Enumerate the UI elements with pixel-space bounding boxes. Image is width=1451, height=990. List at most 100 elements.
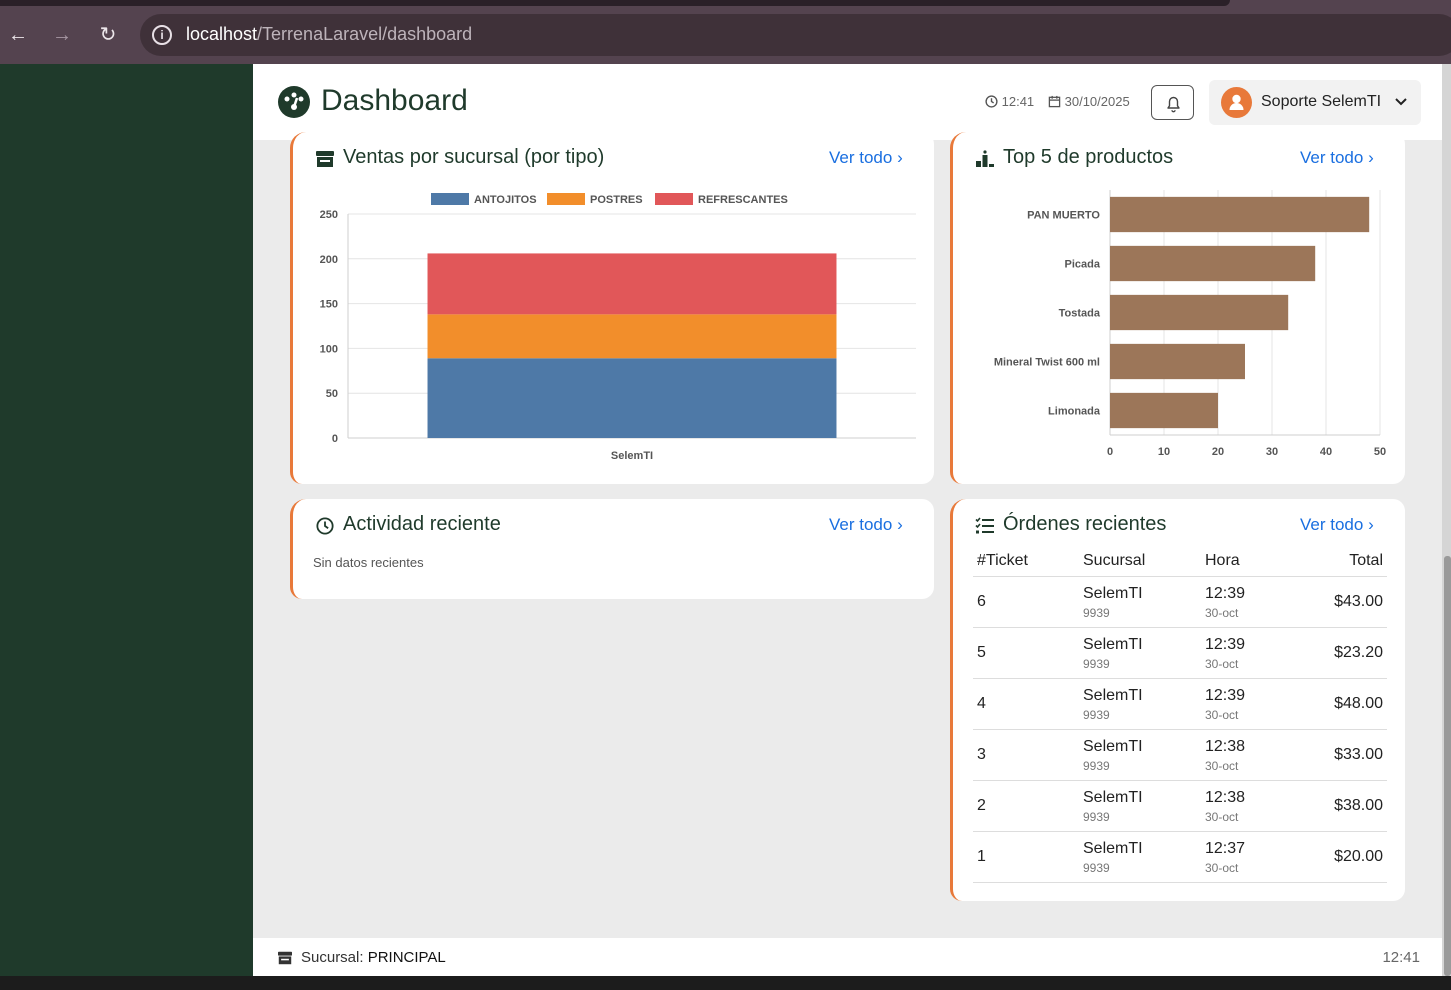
x-tick-label: 40 <box>1320 446 1332 458</box>
total-cell: $38.00 <box>1301 780 1387 832</box>
legend-label: REFRESCANTES <box>698 194 788 206</box>
y-tick-label: 100 <box>320 343 338 355</box>
y-tick-label: Tostada <box>1059 308 1101 320</box>
legend-swatch <box>431 193 469 205</box>
y-tick-label: 250 <box>320 209 338 221</box>
url-text[interactable]: localhost/TerrenaLaravel/dashboard <box>186 24 472 45</box>
ventas-card: Ventas por sucursal (por tipo) Ver todo … <box>290 132 934 484</box>
table-row[interactable]: 2 SelemTI 9939 12:38 30-oct $38.00 <box>973 780 1387 832</box>
ticket-cell: 4 <box>973 678 1079 730</box>
table-row[interactable]: 3 SelemTI 9939 12:38 30-oct $33.00 <box>973 729 1387 781</box>
hora-date: 30-oct <box>1205 707 1239 722</box>
hora-time: 12:39 <box>1205 584 1246 602</box>
ordenes-ver-todo-link[interactable]: Ver todo › <box>1300 515 1374 535</box>
sucursal-cell: SelemTI 9939 <box>1079 831 1201 883</box>
sidebar <box>0 64 253 976</box>
list-check-icon <box>975 517 994 534</box>
orders-header-row: #Ticket Sucursal Hora Total <box>973 549 1387 577</box>
user-menu-button[interactable]: Soporte SelemTI <box>1209 80 1421 125</box>
scrollbar-thumb[interactable] <box>1444 556 1451 976</box>
address-bar[interactable]: i localhost/TerrenaLaravel/dashboard <box>140 14 1451 56</box>
x-tick-label: 10 <box>1158 446 1170 458</box>
product-bar <box>1110 392 1218 429</box>
header-date-wrap: 30/10/2025 <box>1048 94 1130 109</box>
hora-time: 12:39 <box>1205 635 1246 653</box>
x-tick-label: 30 <box>1266 446 1278 458</box>
chevron-down-icon <box>1394 91 1408 116</box>
header-time: 12:41 <box>1001 94 1035 109</box>
url-host: localhost <box>186 24 258 44</box>
table-row[interactable]: 1 SelemTI 9939 12:37 30-oct $20.00 <box>973 831 1387 883</box>
table-row[interactable]: 4 SelemTI 9939 12:39 30-oct $48.00 <box>973 678 1387 730</box>
browser-tab-strip <box>0 0 1230 6</box>
hora-date: 30-oct <box>1205 860 1239 875</box>
sucursal-name: SelemTI <box>1083 584 1143 602</box>
main-content: Dashboard 12:41 30/10/2025 Soporte Selem… <box>253 64 1442 976</box>
x-tick-label: 50 <box>1374 446 1386 458</box>
total-cell: $20.00 <box>1301 831 1387 883</box>
actividad-card: Actividad reciente Ver todo › Sin datos … <box>290 499 934 599</box>
legend-label: ANTOJITOS <box>474 194 537 206</box>
ticket-cell: 6 <box>973 576 1079 628</box>
total-cell: $23.20 <box>1301 627 1387 679</box>
legend-swatch <box>547 193 585 205</box>
orders-table: #Ticket Sucursal Hora Total 6 SelemTI 993… <box>973 549 1387 883</box>
forward-icon[interactable]: → <box>49 22 75 48</box>
ticket-cell: 3 <box>973 729 1079 781</box>
col-hora: Hora <box>1201 549 1301 577</box>
status-footer: Sucursal: PRINCIPAL 12:41 <box>253 938 1442 976</box>
actividad-ver-todo-link[interactable]: Ver todo › <box>829 515 903 535</box>
bar-segment-refrescantes <box>427 253 837 315</box>
sucursal-cell: SelemTI 9939 <box>1079 627 1201 679</box>
hora-time: 12:38 <box>1205 788 1246 806</box>
y-tick-label: PAN MUERTO <box>1027 210 1100 222</box>
y-tick-label: 150 <box>320 299 338 311</box>
hora-date: 30-oct <box>1205 758 1239 773</box>
calendar-icon <box>1048 95 1061 108</box>
product-bar <box>1110 294 1289 331</box>
hora-time: 12:37 <box>1205 839 1246 857</box>
ventas-stacked-bar-chart: ANTOJITOS POSTRES REFRESCANTES 0 50 100 150 200… <box>320 193 916 462</box>
sucursal-cell: SelemTI 9939 <box>1079 729 1201 781</box>
sucursal-code: 9939 <box>1083 707 1110 722</box>
ticket-cell: 5 <box>973 627 1079 679</box>
table-row[interactable]: 5 SelemTI 9939 12:39 30-oct $23.20 <box>973 627 1387 679</box>
sucursal-code: 9939 <box>1083 758 1110 773</box>
x-tick-label: 20 <box>1212 446 1224 458</box>
hora-cell: 12:39 30-oct <box>1201 678 1301 730</box>
back-icon[interactable]: ← <box>5 22 31 48</box>
hora-cell: 12:39 30-oct <box>1201 576 1301 628</box>
sucursal-name: SelemTI <box>1083 737 1143 755</box>
sucursal-code: 9939 <box>1083 809 1110 824</box>
hora-time: 12:38 <box>1205 737 1246 755</box>
y-tick-label: Limonada <box>1048 406 1101 418</box>
bar-segment-antojitos <box>427 358 837 438</box>
reload-icon[interactable]: ↻ <box>95 22 121 48</box>
total-cell: $43.00 <box>1301 576 1387 628</box>
user-name: Soporte SelemTI <box>1261 93 1382 110</box>
top-header: Dashboard 12:41 30/10/2025 Soporte Selem… <box>253 64 1442 140</box>
header-date: 30/10/2025 <box>1064 94 1130 109</box>
col-sucursal: Sucursal <box>1079 549 1201 577</box>
actividad-ver-todo-label: Ver todo <box>829 515 893 534</box>
notifications-button[interactable] <box>1151 85 1194 120</box>
chevron-right-icon: › <box>1368 515 1374 534</box>
product-bar <box>1110 343 1245 380</box>
avatar <box>1221 87 1252 118</box>
ordenes-card-title: Órdenes recientes <box>1003 513 1167 535</box>
table-row[interactable]: 6 SelemTI 9939 12:39 30-oct $43.00 <box>973 576 1387 628</box>
sucursal-name: SelemTI <box>1083 635 1143 653</box>
hora-cell: 12:38 30-oct <box>1201 729 1301 781</box>
product-bar <box>1110 245 1316 282</box>
total-cell: $33.00 <box>1301 729 1387 781</box>
site-info-icon[interactable]: i <box>152 25 172 45</box>
footer-branch-name: PRINCIPAL <box>367 949 446 966</box>
os-taskbar <box>0 976 1451 990</box>
col-total: Total <box>1301 549 1387 577</box>
sucursal-cell: SelemTI 9939 <box>1079 576 1201 628</box>
ordenes-card: Órdenes recientes Ver todo › #Ticket Suc… <box>950 499 1405 901</box>
hora-cell: 12:38 30-oct <box>1201 780 1301 832</box>
ordenes-ver-todo-label: Ver todo <box>1300 515 1364 534</box>
page-title: Dashboard <box>321 84 468 117</box>
hora-cell: 12:39 30-oct <box>1201 627 1301 679</box>
